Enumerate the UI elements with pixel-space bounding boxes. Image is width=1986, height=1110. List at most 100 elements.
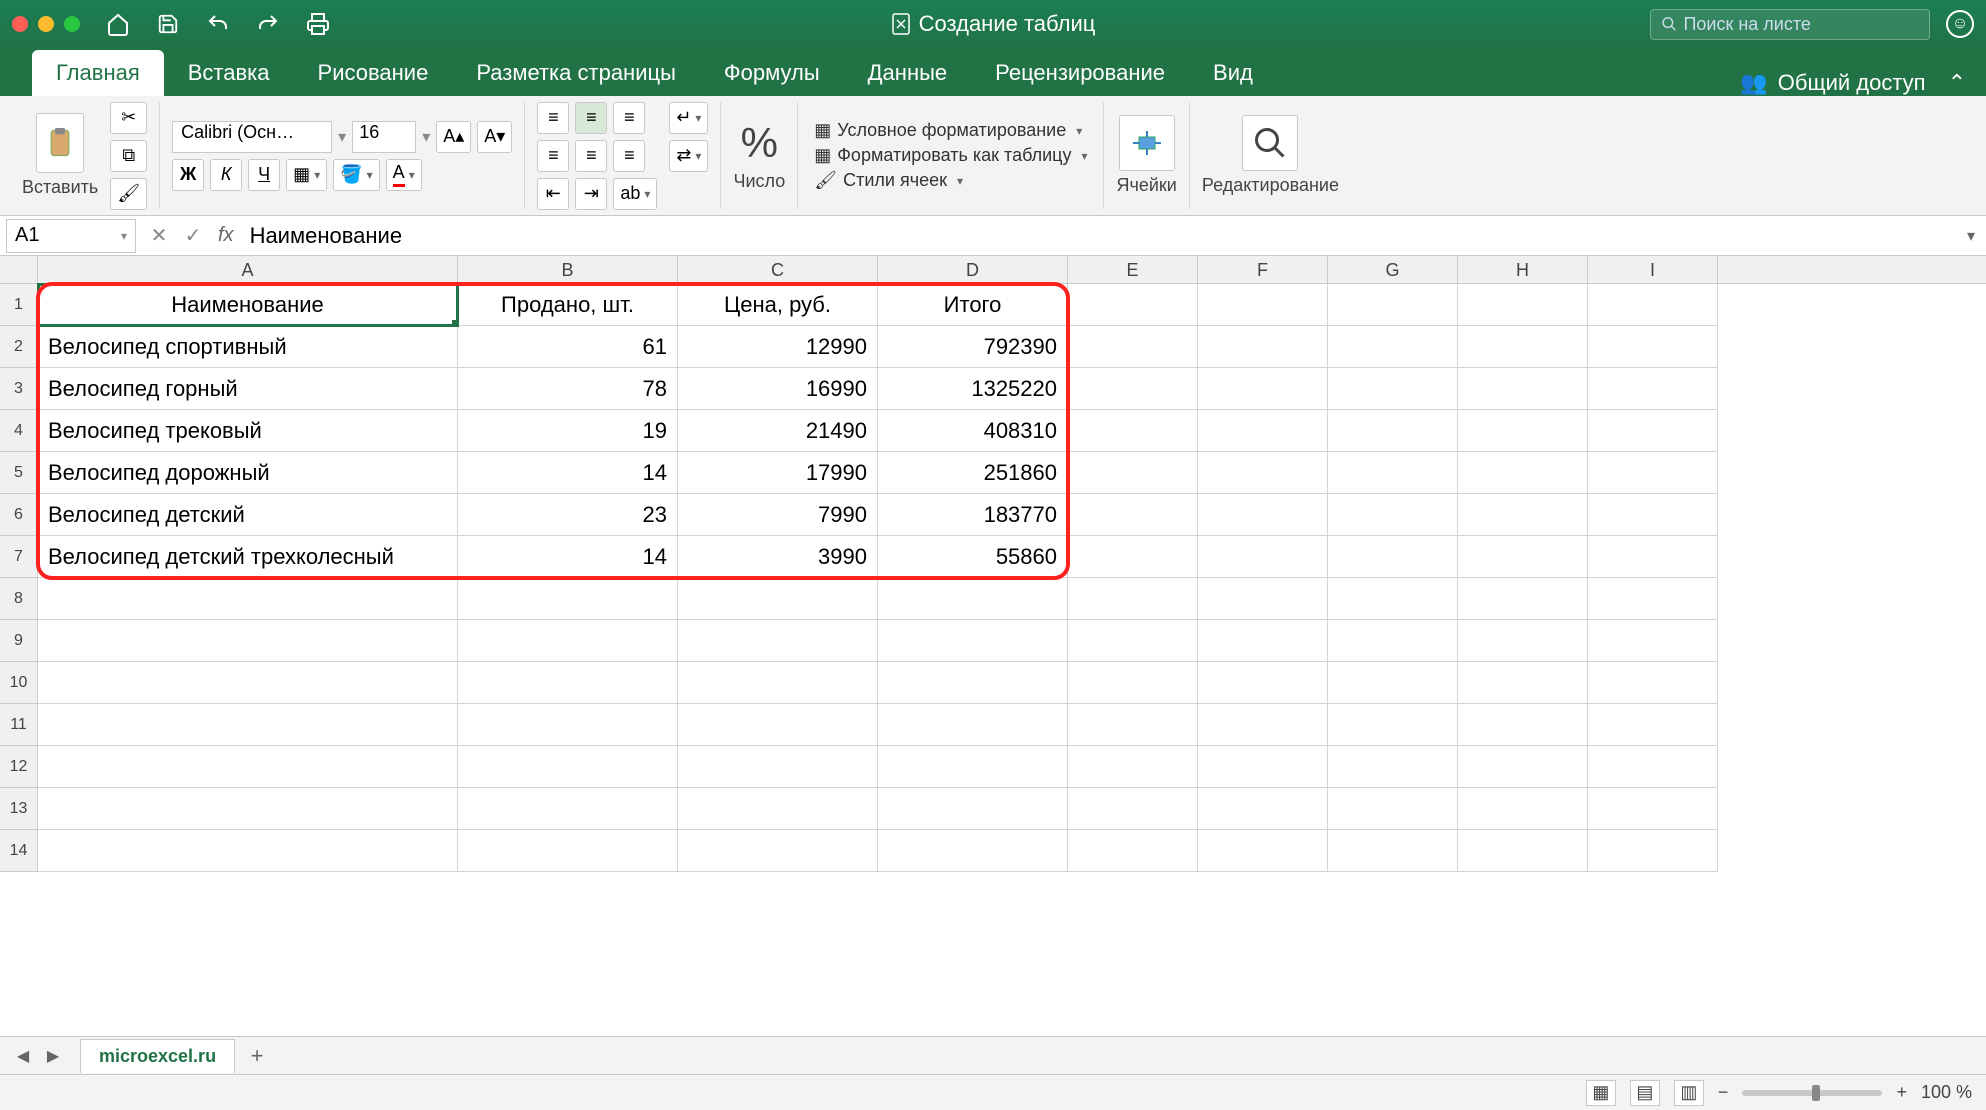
cell-H10[interactable] [1458,662,1588,704]
cell-B7[interactable]: 14 [458,536,678,578]
cell-G9[interactable] [1328,620,1458,662]
cell-E1[interactable] [1068,284,1198,326]
cell-H2[interactable] [1458,326,1588,368]
cell-E6[interactable] [1068,494,1198,536]
cell-I8[interactable] [1588,578,1718,620]
align-top-icon[interactable]: ≡ [537,102,569,134]
cell-A8[interactable] [38,578,458,620]
cell-D14[interactable] [878,830,1068,872]
prev-sheet-icon[interactable]: ◀ [10,1043,36,1069]
normal-view-icon[interactable]: ▦ [1586,1080,1616,1106]
row-header-10[interactable]: 10 [0,662,38,704]
cells-icon[interactable] [1119,115,1175,171]
page-layout-view-icon[interactable]: ▤ [1630,1080,1660,1106]
cell-D11[interactable] [878,704,1068,746]
cell-A10[interactable] [38,662,458,704]
row-header-12[interactable]: 12 [0,746,38,788]
cell-A11[interactable] [38,704,458,746]
cell-A2[interactable]: Велосипед спортивный [38,326,458,368]
cell-C3[interactable]: 16990 [678,368,878,410]
cell-B6[interactable]: 23 [458,494,678,536]
cell-E8[interactable] [1068,578,1198,620]
cell-F8[interactable] [1198,578,1328,620]
row-header-6[interactable]: 6 [0,494,38,536]
cell-E4[interactable] [1068,410,1198,452]
format-painter-icon[interactable]: 🖌 [110,178,147,210]
cell-G10[interactable] [1328,662,1458,704]
cell-G5[interactable] [1328,452,1458,494]
cell-E11[interactable] [1068,704,1198,746]
add-sheet-button[interactable]: + [241,1040,273,1072]
row-header-4[interactable]: 4 [0,410,38,452]
find-icon[interactable] [1242,115,1298,171]
align-right-icon[interactable]: ≡ [613,140,645,172]
column-header-A[interactable]: A [38,256,458,283]
cell-G3[interactable] [1328,368,1458,410]
merge-icon[interactable]: ⇄ [669,140,708,172]
collapse-ribbon-icon[interactable]: ⌃ [1948,70,1966,96]
minimize-window-button[interactable] [38,16,54,32]
cell-I6[interactable] [1588,494,1718,536]
align-middle-icon[interactable]: ≡ [575,102,607,134]
column-header-B[interactable]: B [458,256,678,283]
row-header-2[interactable]: 2 [0,326,38,368]
cell-F9[interactable] [1198,620,1328,662]
cell-A9[interactable] [38,620,458,662]
cell-F6[interactable] [1198,494,1328,536]
cell-F1[interactable] [1198,284,1328,326]
cell-E9[interactable] [1068,620,1198,662]
cell-C5[interactable]: 17990 [678,452,878,494]
row-header-3[interactable]: 3 [0,368,38,410]
format-as-table-button[interactable]: ▦Форматировать как таблицу [810,143,1091,168]
decrease-indent-icon[interactable]: ⇤ [537,178,569,210]
cell-E7[interactable] [1068,536,1198,578]
cell-A5[interactable]: Велосипед дорожный [38,452,458,494]
cell-styles-button[interactable]: 🖌Стили ячеек [810,168,1091,193]
cell-C7[interactable]: 3990 [678,536,878,578]
ribbon-tab-рецензирование[interactable]: Рецензирование [971,50,1189,96]
cell-C9[interactable] [678,620,878,662]
percent-icon[interactable]: % [741,119,778,167]
cell-G14[interactable] [1328,830,1458,872]
cell-D13[interactable] [878,788,1068,830]
italic-button[interactable]: К [210,159,242,191]
redo-icon[interactable] [250,8,286,40]
user-icon[interactable]: ☺ [1946,10,1974,38]
cell-F10[interactable] [1198,662,1328,704]
cell-C8[interactable] [678,578,878,620]
cell-H7[interactable] [1458,536,1588,578]
cell-I2[interactable] [1588,326,1718,368]
cell-B10[interactable] [458,662,678,704]
cell-F5[interactable] [1198,452,1328,494]
cell-F7[interactable] [1198,536,1328,578]
cell-E14[interactable] [1068,830,1198,872]
cell-B13[interactable] [458,788,678,830]
cell-A1[interactable]: Наименование [38,284,458,326]
cell-H14[interactable] [1458,830,1588,872]
column-header-E[interactable]: E [1068,256,1198,283]
zoom-level[interactable]: 100 % [1921,1082,1972,1103]
formula-input[interactable] [242,223,1956,249]
cell-C6[interactable]: 7990 [678,494,878,536]
cell-B11[interactable] [458,704,678,746]
cell-A6[interactable]: Велосипед детский [38,494,458,536]
column-header-H[interactable]: H [1458,256,1588,283]
cell-B4[interactable]: 19 [458,410,678,452]
align-bottom-icon[interactable]: ≡ [613,102,645,134]
undo-icon[interactable] [200,8,236,40]
row-header-13[interactable]: 13 [0,788,38,830]
row-header-9[interactable]: 9 [0,620,38,662]
cell-A3[interactable]: Велосипед горный [38,368,458,410]
cell-I11[interactable] [1588,704,1718,746]
cell-H8[interactable] [1458,578,1588,620]
zoom-out-button[interactable]: − [1718,1082,1729,1103]
name-box[interactable]: A1 ▾ [6,219,136,253]
cell-E2[interactable] [1068,326,1198,368]
maximize-window-button[interactable] [64,16,80,32]
row-header-5[interactable]: 5 [0,452,38,494]
cell-I1[interactable] [1588,284,1718,326]
ribbon-tab-формулы[interactable]: Формулы [700,50,844,96]
cancel-formula-icon[interactable]: ✕ [142,219,176,253]
cell-D6[interactable]: 183770 [878,494,1068,536]
cell-H11[interactable] [1458,704,1588,746]
